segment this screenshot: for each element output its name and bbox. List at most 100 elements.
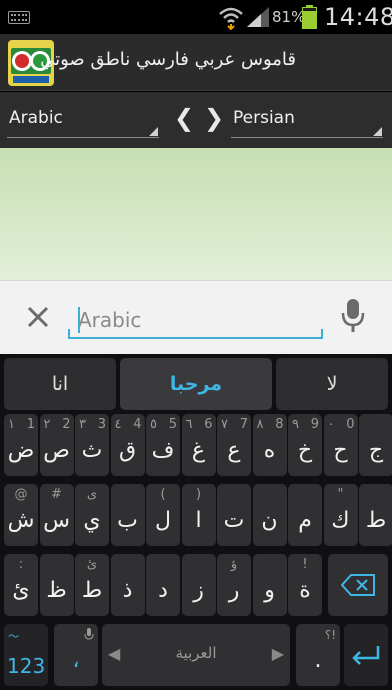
key-row1-5[interactable]: ٦6 غ bbox=[181, 414, 216, 476]
key-label: ع bbox=[227, 438, 241, 463]
numbers-key-label: 123 bbox=[7, 654, 46, 678]
numbers-key[interactable]: 〜 123 bbox=[4, 624, 48, 686]
key-hint: ٧ bbox=[221, 417, 228, 432]
key-hint: ى bbox=[86, 487, 98, 502]
key-row3-3[interactable]: ذ bbox=[110, 554, 145, 616]
comma-key[interactable]: ، bbox=[54, 624, 98, 686]
key-row1-2[interactable]: ٣3 ث bbox=[75, 414, 109, 476]
key-row3-4[interactable]: د bbox=[146, 554, 180, 616]
key-row3-2[interactable]: ئط bbox=[75, 554, 109, 616]
key-label: غ bbox=[191, 438, 206, 463]
enter-key[interactable] bbox=[344, 624, 388, 686]
key-hint: @ bbox=[14, 487, 28, 502]
key-label: ظ bbox=[46, 578, 67, 603]
arabic-keyboard: انا مرحبا لا ١1ض٢2ص٣3ث٤4ق٥5ف٦6غ٧7ع٨8ه٩9خ… bbox=[0, 354, 392, 690]
swap-left-icon[interactable]: ❮ bbox=[174, 104, 194, 132]
key-sub-hint: 7 bbox=[239, 417, 248, 432]
key-hint: ! bbox=[302, 557, 308, 572]
source-language-spinner[interactable]: Arabic bbox=[7, 100, 159, 138]
status-bar: 81% 14:48 bbox=[0, 0, 392, 34]
key-label: ط bbox=[81, 578, 103, 603]
key-row1-7[interactable]: ٨8 ه bbox=[252, 414, 287, 476]
battery-icon bbox=[302, 5, 317, 29]
clock: 14:48 bbox=[324, 3, 392, 31]
key-row1-6[interactable]: ٧7 ع bbox=[217, 414, 251, 476]
space-key[interactable]: ◀ العربية ▶ bbox=[102, 624, 290, 686]
key-row2-3[interactable]: ب bbox=[110, 484, 145, 546]
key-row1-3[interactable]: ٤4 ق bbox=[110, 414, 145, 476]
period-key-hint: ؟! bbox=[324, 628, 336, 642]
period-key-label: . bbox=[314, 648, 322, 673]
key-row2-7[interactable]: ن bbox=[252, 484, 287, 546]
key-hint: ٦ bbox=[185, 417, 193, 432]
text-caret bbox=[78, 307, 80, 333]
key-row2-10[interactable]: ط bbox=[359, 484, 392, 546]
key-sub-hint: 2 bbox=[62, 417, 71, 432]
key-row2-4[interactable]: (ل bbox=[146, 484, 180, 546]
key-row1-9[interactable]: ٠0 ح bbox=[323, 414, 358, 476]
key-label: ر bbox=[228, 578, 240, 603]
key-label: ف bbox=[151, 438, 175, 463]
key-row3-8[interactable]: ! ة bbox=[288, 554, 322, 616]
key-row3-7[interactable]: و bbox=[252, 554, 287, 616]
microphone-icon[interactable] bbox=[341, 299, 365, 333]
clear-icon[interactable] bbox=[24, 303, 52, 331]
search-input[interactable] bbox=[78, 305, 318, 335]
key-label: ي bbox=[83, 508, 101, 533]
key-row2-6[interactable]: ت bbox=[217, 484, 251, 546]
key-label: ق bbox=[118, 438, 137, 463]
key-row2-5[interactable]: ) ا bbox=[181, 484, 216, 546]
key-label: ه bbox=[263, 438, 276, 463]
keyboard-icon bbox=[8, 11, 30, 24]
swap-right-icon[interactable]: ❯ bbox=[204, 104, 224, 132]
key-row1-8[interactable]: ٩9 خ bbox=[288, 414, 322, 476]
key-row2-0[interactable]: @ ش bbox=[4, 484, 38, 546]
key-row2-2[interactable]: ىي bbox=[75, 484, 109, 546]
mic-hint-icon bbox=[84, 628, 94, 640]
key-hint: ) bbox=[195, 487, 202, 502]
text-input-field[interactable] bbox=[68, 299, 323, 339]
period-key[interactable]: ؟! . bbox=[296, 624, 340, 686]
key-label: ص bbox=[43, 438, 70, 463]
key-label: و bbox=[264, 578, 275, 603]
key-sub-hint: 4 bbox=[133, 417, 142, 432]
key-row2-8[interactable]: م bbox=[288, 484, 322, 546]
key-label: ب bbox=[117, 508, 138, 533]
key-row1-1[interactable]: ٢2 ص bbox=[39, 414, 74, 476]
key-row1-0[interactable]: ١1 ض bbox=[4, 414, 38, 476]
key-hint: ٨ bbox=[256, 417, 264, 432]
key-row1-4[interactable]: ٥5 ف bbox=[146, 414, 180, 476]
swype-icon: 〜 bbox=[8, 630, 19, 643]
key-label: ش bbox=[7, 508, 35, 533]
battery-percent: 81% bbox=[272, 8, 306, 26]
source-language-label: Arabic bbox=[9, 108, 63, 128]
key-label: م bbox=[298, 508, 312, 533]
space-key-label: العربية bbox=[175, 644, 217, 662]
wifi-icon bbox=[219, 7, 243, 30]
key-sub-hint: 1 bbox=[26, 417, 35, 432]
key-hint: ٠ bbox=[327, 417, 335, 432]
key-row1-10[interactable]: ج bbox=[359, 414, 392, 476]
key-row3-5[interactable]: ز bbox=[181, 554, 216, 616]
suggestion-right[interactable]: لا bbox=[276, 358, 388, 410]
key-label: ز bbox=[193, 578, 204, 603]
key-row3-6[interactable]: ؤر bbox=[217, 554, 251, 616]
key-hint: # bbox=[51, 487, 62, 502]
key-sub-hint: 5 bbox=[168, 417, 177, 432]
key-row2-9[interactable]: " ك bbox=[323, 484, 358, 546]
key-hint: ( bbox=[160, 487, 166, 502]
key-sub-hint: 9 bbox=[310, 417, 319, 432]
key-label: ح bbox=[333, 438, 348, 463]
space-right-arrow-icon: ▶ bbox=[271, 644, 284, 663]
key-row2-1[interactable]: # س bbox=[39, 484, 74, 546]
suggestion-left[interactable]: انا bbox=[4, 358, 116, 410]
comma-key-label: ، bbox=[72, 648, 80, 673]
target-language-spinner[interactable]: Persian bbox=[231, 100, 383, 138]
backspace-key[interactable] bbox=[328, 554, 388, 616]
language-bar: Arabic ❮ ❯ Persian bbox=[0, 92, 392, 148]
key-row3-0[interactable]: :ئ bbox=[4, 554, 38, 616]
key-row3-1[interactable]: ظ bbox=[39, 554, 74, 616]
signal-icon bbox=[247, 7, 269, 27]
key-hint: ٢ bbox=[43, 417, 51, 432]
suggestion-middle[interactable]: مرحبا bbox=[120, 358, 272, 410]
